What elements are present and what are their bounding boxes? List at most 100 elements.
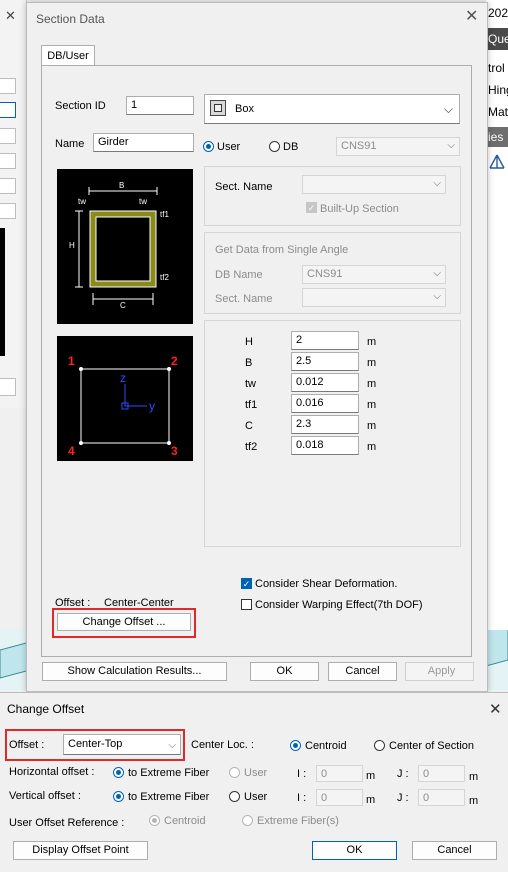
vertical-user-radio[interactable] (229, 791, 240, 802)
box-shape-icon (210, 100, 226, 116)
cancel-button[interactable]: Cancel (328, 662, 397, 681)
vertical-i-input[interactable]: 0 (316, 789, 363, 806)
apply-button[interactable]: Apply (405, 662, 474, 681)
dim-label: B (245, 357, 253, 369)
vertical-extreme-fiber-label: to Extreme Fiber (128, 791, 210, 803)
dim-label: tw (245, 378, 256, 390)
sect-name2-select[interactable]: ⌵ (302, 288, 446, 307)
horizontal-user-radio[interactable] (229, 767, 240, 778)
name-input[interactable]: Girder (93, 133, 194, 152)
chevron-down-icon: ⌵ (433, 178, 441, 189)
tab-panel: Section ID 1 Box ⌵ Name Girder User DB C… (41, 65, 472, 657)
background-preview (0, 228, 5, 356)
chevron-down-icon: ⌵ (168, 740, 176, 751)
horizontal-offset-label: Horizontal offset : (9, 766, 95, 778)
horizontal-i-input[interactable]: 0 (316, 765, 363, 782)
dim-tf1-input[interactable]: 0.016 (291, 394, 359, 413)
dim-label: tf1 (245, 399, 258, 411)
dim-tf2-input[interactable]: 0.018 (291, 436, 359, 455)
sect-name-label: Sect. Name (215, 181, 273, 193)
vertical-j-label: J : (397, 792, 409, 804)
background-field (0, 102, 16, 118)
reference-centroid-label: Centroid (164, 815, 206, 827)
dimensions-group: H 2 m B 2.5 m tw 0.012 m tf1 0.016 m C 2 (204, 320, 461, 547)
db-name-label: DB Name (215, 269, 263, 281)
reference-extreme-radio[interactable] (242, 815, 253, 826)
ok-button[interactable]: OK (250, 662, 319, 681)
centroid-radio[interactable] (290, 740, 301, 751)
reference-centroid-radio[interactable] (149, 815, 160, 826)
horizontal-extreme-fiber-radio[interactable] (113, 767, 124, 778)
dim-label: tf2 (245, 441, 258, 453)
db-select[interactable]: CNS91 ⌵ (336, 137, 460, 156)
stress-point-4: 4 (68, 444, 75, 458)
shear-deformation-checkbox[interactable]: ✓ (241, 578, 252, 589)
built-up-checkbox[interactable]: ✓ (306, 202, 317, 213)
user-radio[interactable] (203, 141, 214, 152)
dim-unit: m (367, 441, 377, 453)
show-calculation-results-button[interactable]: Show Calculation Results... (42, 662, 227, 681)
background-text: trol P (488, 61, 508, 75)
vertical-i-label: I : (297, 792, 307, 804)
background-field (0, 203, 16, 219)
dim-unit: m (367, 420, 377, 432)
shape-value: Box (235, 103, 254, 115)
close-icon[interactable]: ✕ (489, 700, 502, 718)
offset-select[interactable]: Center-Top ⌵ (63, 734, 181, 755)
background-text: Mate (488, 105, 508, 119)
background-button (0, 378, 16, 396)
shape-select[interactable]: Box ⌵ (204, 94, 460, 124)
single-angle-group: Get Data from Single Angle DB Name CNS91… (204, 232, 461, 314)
stress-point-2: 2 (171, 354, 178, 368)
dim-unit: m (367, 357, 377, 369)
db-name-select[interactable]: CNS91 ⌵ (302, 265, 446, 284)
dim-b-input[interactable]: 2.5 (291, 352, 359, 371)
background-field (0, 128, 16, 144)
horizontal-j-label: J : (397, 768, 409, 780)
diagram-label-b: B (119, 181, 125, 190)
warping-label: Consider Warping Effect(7th DOF) (255, 599, 423, 611)
tab-db-user[interactable]: DB/User (41, 45, 95, 66)
sect-name-select[interactable]: ⌵ (302, 175, 446, 194)
chevron-down-icon: ⌵ (433, 268, 441, 279)
background-window-right: 2022 Quen trol P Hing Mate ies (486, 0, 508, 690)
diagram-label-tf2: tf2 (160, 273, 169, 282)
user-offset-reference-label: User Offset Reference : (9, 817, 125, 829)
background-text: Hing (488, 83, 508, 97)
horizontal-i-label: I : (297, 768, 307, 780)
structure-icon[interactable] (488, 153, 506, 171)
dim-h-input[interactable]: 2 (291, 331, 359, 350)
vertical-offset-label: Vertical offset : (9, 790, 81, 802)
db-radio-label: DB (283, 141, 299, 153)
section-id-label: Section ID (55, 100, 106, 112)
sect-name-group: Sect. Name ⌵ ✓ Built-Up Section (204, 166, 461, 226)
background-text: 2022 (488, 6, 508, 20)
dim-unit: m (367, 399, 377, 411)
db-radio[interactable] (269, 141, 280, 152)
dim-unit: m (367, 336, 377, 348)
stress-point-3: 3 (171, 444, 178, 458)
dim-c-input[interactable]: 2.3 (291, 415, 359, 434)
cancel-button[interactable]: Cancel (412, 841, 497, 860)
ok-button[interactable]: OK (312, 841, 397, 860)
dim-tw-input[interactable]: 0.012 (291, 373, 359, 392)
dim-unit: m (367, 378, 377, 390)
vertical-j-input[interactable]: 0 (418, 789, 465, 806)
background-close-icon[interactable]: ✕ (5, 8, 16, 24)
horizontal-j-input[interactable]: 0 (418, 765, 465, 782)
chevron-down-icon: ⌵ (433, 291, 441, 302)
warping-checkbox[interactable] (241, 599, 252, 610)
change-offset-button[interactable]: Change Offset ... (57, 613, 191, 631)
dialog-title: Section Data (36, 12, 105, 26)
horizontal-extreme-fiber-label: to Extreme Fiber (128, 767, 210, 779)
display-offset-point-button[interactable]: Display Offset Point (13, 841, 148, 860)
axis-z-label: z (120, 371, 126, 385)
unit-label: m (366, 770, 376, 782)
diagram-label-tf1: tf1 (160, 210, 169, 219)
background-field (0, 78, 16, 94)
close-icon[interactable]: ✕ (465, 9, 478, 25)
section-id-input[interactable]: 1 (126, 96, 194, 115)
vertical-extreme-fiber-radio[interactable] (113, 791, 124, 802)
horizontal-user-label: User (244, 767, 268, 779)
center-of-section-radio[interactable] (374, 740, 385, 751)
